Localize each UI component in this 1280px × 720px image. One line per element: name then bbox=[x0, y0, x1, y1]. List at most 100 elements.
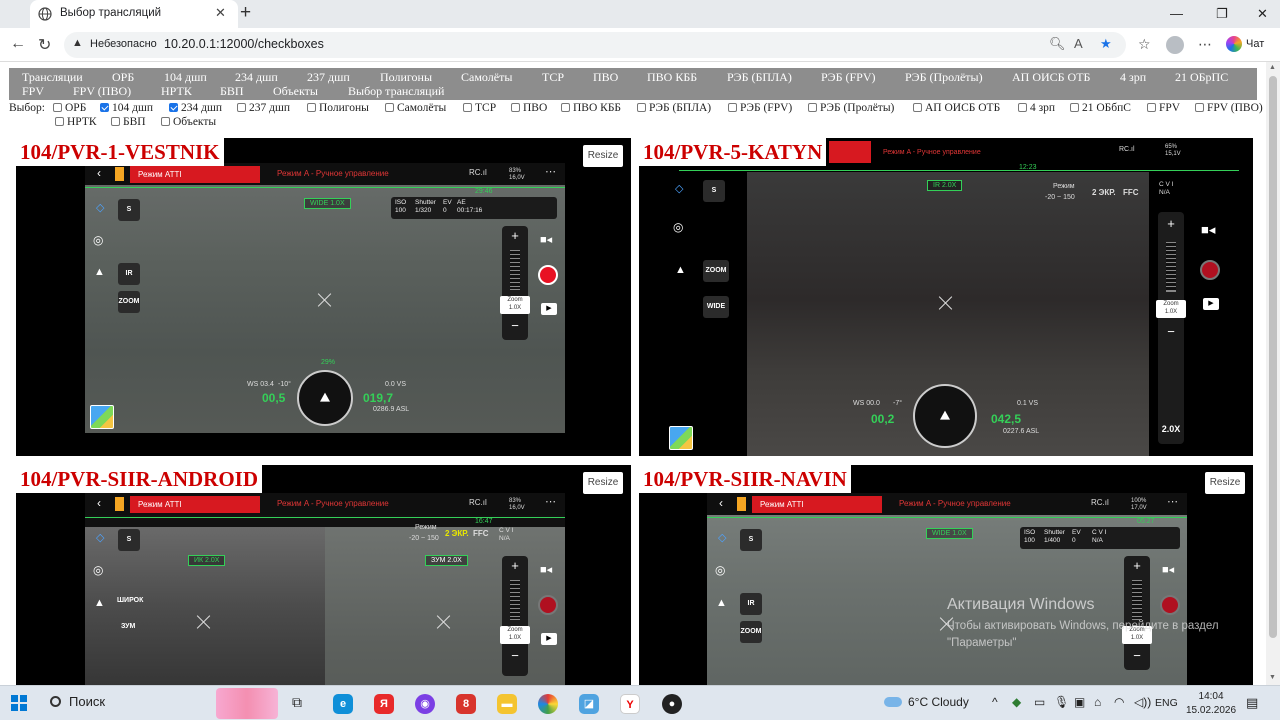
zoom-button[interactable]: ZOOM bbox=[740, 621, 762, 643]
volume-icon[interactable]: ◁)) bbox=[1134, 695, 1151, 709]
video-feed[interactable]: ‹ Режим ATTI Режим A - Ручное управление… bbox=[85, 493, 565, 685]
checkbox-option[interactable]: FPV (ПВО) bbox=[1195, 102, 1263, 114]
menu-item[interactable]: 21 ОБрПС bbox=[1175, 70, 1228, 85]
menu-item[interactable]: ПВО bbox=[593, 70, 618, 85]
ffc-button[interactable]: FFC bbox=[473, 529, 489, 538]
close-tab-icon[interactable]: ✕ bbox=[215, 5, 226, 21]
record-button[interactable] bbox=[1200, 260, 1220, 280]
menu-item[interactable]: ПВО КББ bbox=[647, 70, 697, 85]
zoom-search-icon[interactable]: 🔍︎ bbox=[1049, 36, 1066, 52]
maximize-icon[interactable]: ❐ bbox=[1216, 6, 1228, 22]
checkbox-option[interactable]: FPV bbox=[1147, 102, 1180, 114]
video-feed[interactable]: ‹ Режим ATTI Режим A - Ручное управление… bbox=[85, 163, 565, 433]
record-button[interactable] bbox=[1160, 595, 1180, 615]
checkbox-option[interactable]: Самолёты bbox=[385, 102, 446, 114]
swirl-icon[interactable]: S bbox=[118, 199, 140, 221]
nav-arrow-icon[interactable]: ▲ bbox=[94, 597, 105, 609]
swirl-icon[interactable]: S bbox=[703, 180, 725, 202]
more-icon[interactable]: ⋯ bbox=[1167, 495, 1178, 508]
checkbox-option[interactable]: 104 дшп bbox=[100, 102, 153, 114]
checkbox-option[interactable]: НРТК bbox=[55, 116, 97, 128]
read-aloud-icon[interactable]: A bbox=[1074, 36, 1083, 51]
taskbar-search[interactable]: Поиск bbox=[50, 694, 105, 709]
zoom-slider[interactable]: + Zoom 1.0X − bbox=[500, 556, 530, 676]
checkbox-option[interactable]: РЭБ (FPV) bbox=[728, 102, 792, 114]
profile-avatar[interactable] bbox=[1166, 36, 1184, 54]
zoom-plus-icon[interactable]: + bbox=[502, 228, 528, 243]
more-icon[interactable]: ⋯ bbox=[545, 165, 556, 178]
ir-button[interactable]: IR bbox=[118, 263, 140, 285]
checkbox-option[interactable]: РЭБ (БПЛА) bbox=[637, 102, 711, 114]
map-thumbnail-icon[interactable] bbox=[90, 405, 114, 429]
file-explorer-icon[interactable]: ▬ bbox=[497, 694, 517, 714]
more-menu-icon[interactable]: ⋯ bbox=[1198, 36, 1212, 53]
zoom-button[interactable]: ZOOM bbox=[118, 291, 140, 313]
checkbox-option[interactable]: 237 дшп bbox=[237, 102, 290, 114]
menu-item[interactable]: FPV (ПВО) bbox=[73, 84, 131, 99]
messenger-icon[interactable]: ◉ bbox=[415, 694, 435, 714]
gimbal-diamond-icon[interactable]: ◇ bbox=[96, 201, 104, 214]
weather-widget[interactable]: 6°C Cloudy bbox=[884, 695, 969, 709]
checkbox-option[interactable]: Объекты bbox=[161, 116, 216, 128]
video-feed[interactable]: ‹ Режим ATTI Режим A - Ручное управление… bbox=[707, 493, 1187, 685]
resize-button[interactable]: Resize bbox=[583, 145, 623, 167]
edge-icon[interactable]: e bbox=[333, 694, 353, 714]
zoom-plus-icon[interactable]: + bbox=[1124, 558, 1150, 573]
menu-item[interactable]: БВП bbox=[220, 84, 244, 99]
back-arrow-icon[interactable]: ‹ bbox=[97, 166, 101, 180]
chat-button[interactable]: Чат bbox=[1226, 36, 1264, 52]
widgets-tulips-icon[interactable] bbox=[216, 688, 278, 719]
swirl-icon[interactable]: S bbox=[118, 529, 140, 551]
tray-monitor-icon[interactable]: ▣ bbox=[1074, 695, 1085, 709]
menu-item[interactable]: АП ОИСБ ОТБ bbox=[1012, 70, 1090, 85]
map-thumbnail-icon[interactable] bbox=[669, 426, 693, 450]
back-arrow-icon[interactable]: ‹ bbox=[97, 496, 101, 510]
language-indicator[interactable]: ENG bbox=[1155, 697, 1178, 709]
playback-icon[interactable]: ▶ bbox=[541, 303, 557, 315]
checkbox-option[interactable]: ПВО bbox=[511, 102, 547, 114]
zoom-minus-icon[interactable]: − bbox=[1158, 324, 1184, 339]
menu-item[interactable]: Трансляции bbox=[22, 70, 83, 85]
ir-button[interactable]: IR bbox=[740, 593, 762, 615]
zoom-slider[interactable]: + Zoom 1.0X − bbox=[500, 226, 530, 340]
more-icon[interactable]: ⋯ bbox=[545, 495, 556, 508]
rth-icon[interactable]: ◎ bbox=[715, 563, 725, 577]
menu-item[interactable]: РЭБ (Пролёты) bbox=[905, 70, 983, 85]
tray-device-icon[interactable]: ⌂ bbox=[1094, 695, 1101, 709]
menu-item[interactable]: FPV bbox=[22, 84, 44, 99]
menu-item[interactable]: РЭБ (БПЛА) bbox=[727, 70, 792, 85]
microphone-icon[interactable]: 🎙︎ bbox=[1054, 695, 1069, 709]
checkbox-option[interactable]: 21 ОБбпС bbox=[1070, 102, 1131, 114]
menu-item[interactable]: Полигоны bbox=[380, 70, 432, 85]
app-window-icon[interactable]: ◪ bbox=[579, 694, 599, 714]
zoom-minus-icon[interactable]: − bbox=[502, 318, 528, 333]
video-camera-icon[interactable]: ■◂ bbox=[540, 233, 552, 246]
menu-item[interactable]: ОРБ bbox=[112, 70, 134, 85]
tray-battery-icon[interactable]: ▭ bbox=[1034, 695, 1045, 709]
rth-icon[interactable]: ◎ bbox=[673, 220, 683, 234]
nav-arrow-icon[interactable]: ▲ bbox=[94, 266, 105, 278]
checkbox-option[interactable]: 234 дшп bbox=[169, 102, 222, 114]
checkbox-option[interactable]: 4 зрп bbox=[1018, 102, 1055, 114]
nav-arrow-icon[interactable]: ▲ bbox=[716, 597, 727, 609]
checkbox-option[interactable]: АП ОИСБ ОТБ bbox=[913, 102, 1000, 114]
wide-button[interactable]: ШИРОК bbox=[117, 597, 143, 604]
app-8-icon[interactable]: 8 bbox=[456, 694, 476, 714]
clock[interactable]: 14:04 15.02.2026 bbox=[1186, 690, 1236, 718]
yandex-browser-icon[interactable]: Y bbox=[620, 694, 640, 714]
checkbox-option[interactable]: БВП bbox=[111, 116, 146, 128]
zoom-button[interactable]: ZOOM bbox=[703, 260, 729, 282]
reload-icon[interactable]: ↻ bbox=[38, 35, 51, 55]
favorite-star-icon[interactable]: ★ bbox=[1100, 36, 1112, 52]
gimbal-diamond-icon[interactable]: ◇ bbox=[96, 531, 104, 544]
url-field[interactable]: ▲ Небезопасно 10.20.0.1:12000/checkboxes… bbox=[64, 32, 1126, 58]
new-tab-icon[interactable]: + bbox=[240, 2, 251, 24]
menu-item[interactable]: Объекты bbox=[273, 84, 318, 99]
checkbox-option[interactable]: ОРБ bbox=[53, 102, 86, 114]
zoom-plus-icon[interactable]: + bbox=[1158, 216, 1184, 231]
gimbal-diamond-icon[interactable]: ◇ bbox=[718, 531, 726, 544]
tray-app-icon[interactable]: ◆ bbox=[1012, 695, 1021, 709]
zoom-plus-icon[interactable]: + bbox=[502, 558, 528, 573]
rth-icon[interactable]: ◎ bbox=[93, 563, 103, 577]
menu-item[interactable]: 237 дшп bbox=[307, 70, 350, 85]
